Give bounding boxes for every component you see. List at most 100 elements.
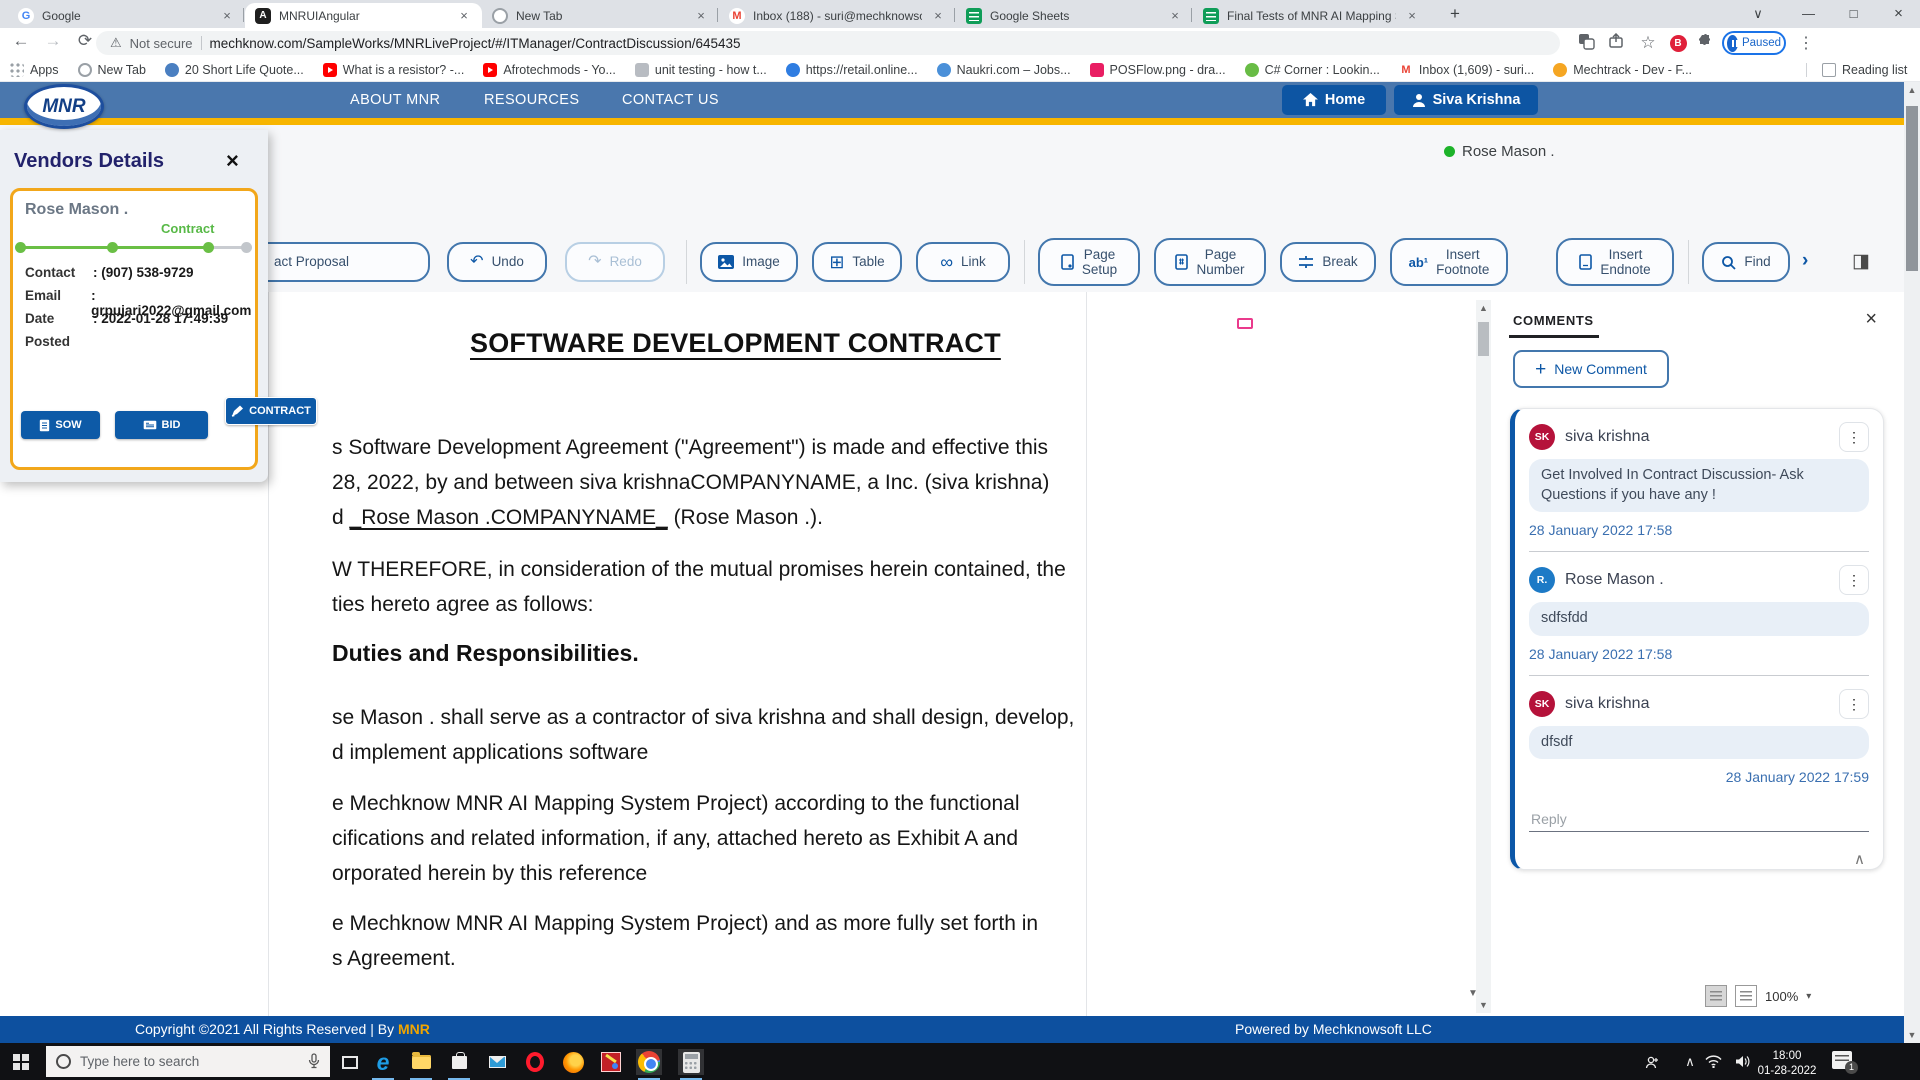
task-view-icon[interactable]	[337, 1049, 363, 1075]
chrome-icon[interactable]	[636, 1049, 662, 1075]
tab-final-tests-sheet[interactable]: Final Tests of MNR AI Mapping S ×	[1193, 3, 1430, 28]
zoom-dropdown-icon[interactable]: ▾	[1806, 991, 1811, 1002]
document-scrollbar[interactable]: ▲ ▼	[1476, 300, 1491, 1013]
window-maximize-button[interactable]: □	[1831, 0, 1876, 28]
start-button[interactable]	[13, 1054, 29, 1070]
file-explorer-icon[interactable]	[408, 1049, 434, 1075]
browser-scrollbar[interactable]: ▲ ▼	[1904, 82, 1920, 1043]
microphone-icon[interactable]	[308, 1053, 320, 1070]
page-number-button[interactable]: Page Number	[1154, 238, 1266, 286]
comment-anchor-marker[interactable]	[1237, 318, 1253, 329]
adblock-extension-icon[interactable]: B	[1666, 33, 1690, 52]
wifi-icon[interactable]	[1705, 1055, 1735, 1068]
toolbar-overflow-chevron-icon[interactable]: ›	[1802, 250, 1808, 272]
nav-about-mnr[interactable]: ABOUT MNR	[350, 82, 440, 118]
home-button[interactable]: Home	[1282, 85, 1386, 115]
link-button[interactable]: ∞Link	[916, 242, 1010, 282]
scroll-up-icon[interactable]: ▲	[1476, 303, 1491, 313]
table-button[interactable]: ⊞Table	[812, 242, 902, 282]
side-panel-toggle-icon[interactable]: ◨	[1852, 250, 1870, 273]
comments-close-icon[interactable]: ×	[1865, 308, 1877, 331]
find-button[interactable]: Find	[1702, 242, 1790, 282]
reading-list-button[interactable]: Reading list	[1822, 63, 1907, 77]
mail-icon[interactable]	[484, 1049, 510, 1075]
bookmark-item[interactable]: POSFlow.png - dra...	[1090, 63, 1226, 77]
sow-button[interactable]: SOW	[21, 411, 100, 439]
tab-google-sheets[interactable]: Google Sheets ×	[956, 3, 1193, 28]
window-close-button[interactable]: ×	[1876, 0, 1920, 28]
new-comment-button[interactable]: + New Comment	[1513, 350, 1669, 388]
bookmark-item[interactable]: unit testing - how t...	[635, 63, 767, 77]
tray-chevron-up-icon[interactable]: ∧	[1675, 1054, 1705, 1070]
comment-menu-button[interactable]: ⋮	[1839, 422, 1869, 452]
collapse-chevron-icon[interactable]: ∧	[1529, 850, 1869, 868]
taskbar-search-box[interactable]	[46, 1046, 330, 1077]
vendors-panel-close-icon[interactable]: ×	[226, 148, 239, 174]
user-profile-button[interactable]: Siva Krishna	[1394, 85, 1538, 115]
tab-close-icon[interactable]: ×	[1167, 8, 1183, 23]
break-button[interactable]: Break	[1280, 242, 1376, 282]
contract-button[interactable]: CONTRACT	[225, 397, 317, 425]
edge-icon[interactable]: e	[370, 1049, 396, 1075]
share-icon[interactable]	[1608, 33, 1632, 49]
tab-gmail-inbox[interactable]: Inbox (188) - suri@mechknowso ×	[719, 3, 956, 28]
scroll-down-icon[interactable]: ▼	[1476, 1000, 1491, 1010]
image-button[interactable]: Image	[700, 242, 798, 282]
bookmark-apps[interactable]: Apps	[10, 63, 59, 77]
tab-close-icon[interactable]: ×	[693, 8, 709, 23]
scroll-down-icon[interactable]: ▼	[1468, 988, 1478, 999]
bid-button[interactable]: BID	[115, 411, 208, 439]
tab-close-icon[interactable]: ×	[930, 8, 946, 23]
print-layout-icon[interactable]	[1735, 985, 1757, 1007]
profile-sync-paused-button[interactable]: Paused	[1722, 31, 1786, 55]
tab-close-icon[interactable]: ×	[1404, 8, 1420, 23]
nav-contact-us[interactable]: CONTACT US	[622, 82, 719, 118]
new-tab-button[interactable]: +	[1440, 0, 1470, 28]
page-setup-button[interactable]: Page Setup	[1038, 238, 1140, 286]
taskbar-search-input[interactable]	[80, 1054, 299, 1069]
bookmark-item[interactable]: Inbox (1,609) - suri...	[1399, 63, 1534, 77]
tab-close-icon[interactable]: ×	[456, 8, 472, 23]
reload-icon[interactable]: ⟳	[72, 31, 98, 51]
tab-mnruiangular[interactable]: MNRUIAngular ×	[245, 3, 482, 28]
not-secure-warning-icon[interactable]: ⚠	[110, 35, 122, 51]
microsoft-store-icon[interactable]	[446, 1049, 472, 1075]
translate-icon[interactable]	[1578, 33, 1602, 50]
tab-new-tab[interactable]: New Tab ×	[482, 3, 719, 28]
mnr-logo[interactable]: MNR	[24, 84, 104, 129]
undo-button[interactable]: ↶Undo	[447, 242, 547, 282]
chrome-menu-icon[interactable]: ⋮	[1794, 33, 1818, 53]
extensions-puzzle-icon[interactable]	[1697, 33, 1721, 49]
comment-menu-button[interactable]: ⋮	[1839, 689, 1869, 719]
bookmark-item[interactable]: C# Corner : Lookin...	[1245, 63, 1380, 77]
tab-google[interactable]: Google ×	[8, 3, 245, 28]
back-icon[interactable]: ←	[8, 31, 34, 51]
insert-endnote-button[interactable]: Insert Endnote	[1556, 238, 1674, 286]
bookmark-item[interactable]: Mechtrack - Dev - F...	[1553, 63, 1692, 77]
calculator-icon[interactable]	[678, 1049, 704, 1075]
notification-center-icon[interactable]: 1	[1832, 1051, 1852, 1069]
scroll-down-icon[interactable]: ▼	[1904, 1030, 1920, 1040]
taskbar-clock[interactable]: 18:00 01-28-2022	[1752, 1049, 1822, 1079]
bookmark-star-icon[interactable]: ☆	[1636, 33, 1660, 53]
tab-search-caret-icon[interactable]: ∨	[1740, 0, 1776, 28]
people-icon[interactable]	[1645, 1055, 1675, 1069]
bookmark-item[interactable]: What is a resistor? -...	[323, 63, 465, 77]
redo-button[interactable]: ↷Redo	[565, 242, 665, 282]
window-minimize-button[interactable]: —	[1786, 0, 1831, 28]
url-bar[interactable]: ⚠ Not secure mechknow.com/SampleWorks/MN…	[96, 31, 1560, 55]
web-layout-icon[interactable]	[1705, 985, 1727, 1007]
scrollbar-thumb[interactable]	[1906, 106, 1918, 271]
forward-icon[interactable]: →	[40, 31, 66, 51]
firefox-icon[interactable]	[560, 1049, 586, 1075]
scroll-up-icon[interactable]: ▲	[1904, 85, 1920, 95]
bookmark-item[interactable]: Afrotechmods - Yo...	[483, 63, 616, 77]
url-text[interactable]: mechknow.com/SampleWorks/MNRLiveProject/…	[210, 36, 741, 51]
opera-icon[interactable]	[522, 1049, 548, 1075]
nav-resources[interactable]: RESOURCES	[484, 82, 579, 118]
zoom-level[interactable]: 100%	[1765, 989, 1798, 1004]
scrollbar-thumb[interactable]	[1478, 322, 1489, 356]
tab-close-icon[interactable]: ×	[219, 8, 235, 23]
insert-footnote-button[interactable]: ab¹Insert Footnote	[1390, 238, 1508, 286]
bookmark-item[interactable]: New Tab	[78, 63, 146, 77]
